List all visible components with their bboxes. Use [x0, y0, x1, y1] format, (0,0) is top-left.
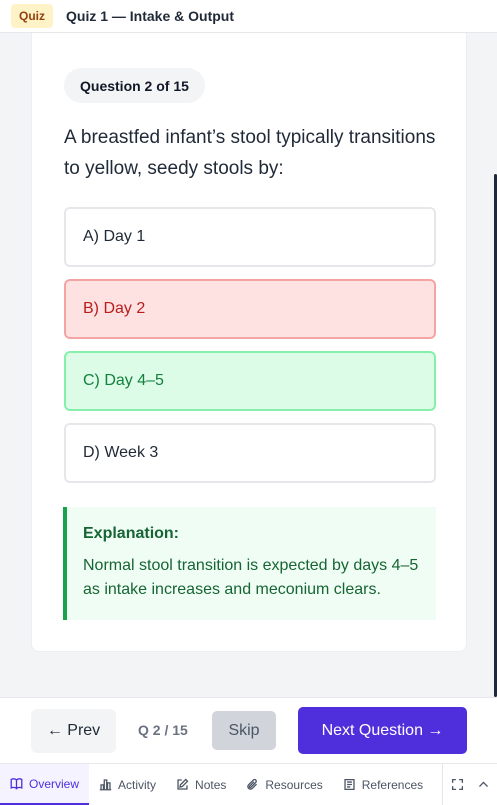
option-c[interactable]: C) Day 4–5 [64, 351, 436, 411]
skip-button[interactable]: Skip [212, 711, 276, 750]
tab-overview-label: Overview [29, 776, 80, 791]
tab-references-label: References [361, 777, 424, 792]
book-icon [10, 778, 23, 790]
expand-button[interactable] [449, 777, 465, 793]
bar-chart-icon [99, 779, 112, 791]
chevron-up-icon [478, 781, 488, 787]
expand-icon [451, 778, 463, 791]
tab-notes[interactable]: Notes [166, 764, 236, 805]
tab-activity-label: Activity [118, 777, 157, 792]
bottom-tab-bar: Overview Activity Notes Resources Refere… [0, 763, 497, 805]
tab-references[interactable]: References [333, 764, 433, 805]
document-icon [344, 778, 355, 791]
option-d[interactable]: D) Week 3 [64, 423, 436, 483]
tab-resources-label: Resources [265, 777, 323, 792]
collapse-button[interactable] [475, 777, 491, 793]
question-progress-pill: Question 2 of 15 [64, 68, 205, 103]
tab-overview[interactable]: Overview [0, 764, 90, 805]
quiz-badge: Quiz [11, 4, 53, 28]
explanation-box: Explanation: Normal stool transition is … [63, 507, 436, 620]
next-question-button[interactable]: Next Question → [298, 707, 467, 754]
explanation-title: Explanation: [83, 525, 180, 542]
question-text: A breastfed infant’s stool typically tra… [64, 127, 436, 179]
explanation-text: Normal stool transition is expected by d… [83, 557, 419, 598]
quiz-title: Quiz 1 — Intake & Output [66, 8, 235, 24]
tab-resources[interactable]: Resources [236, 764, 332, 805]
question-card: Question 2 of 15 A breastfed infant’s st… [31, 33, 467, 652]
prev-button[interactable]: ← Prev [31, 709, 116, 753]
paperclip-icon [247, 778, 258, 790]
tab-tools [442, 764, 497, 805]
option-a[interactable]: A) Day 1 [64, 207, 436, 267]
tab-spacer [433, 764, 442, 805]
option-b[interactable]: B) Day 2 [64, 279, 436, 339]
question-counter: Q 2 / 15 [138, 722, 188, 738]
tab-notes-label: Notes [195, 777, 227, 792]
question-nav-bar: ← Prev Q 2 / 15 Skip Next Question → [0, 697, 497, 763]
tab-activity[interactable]: Activity [89, 764, 166, 805]
top-bar: Quiz Quiz 1 — Intake & Output [0, 0, 497, 33]
edit-icon [177, 778, 189, 790]
